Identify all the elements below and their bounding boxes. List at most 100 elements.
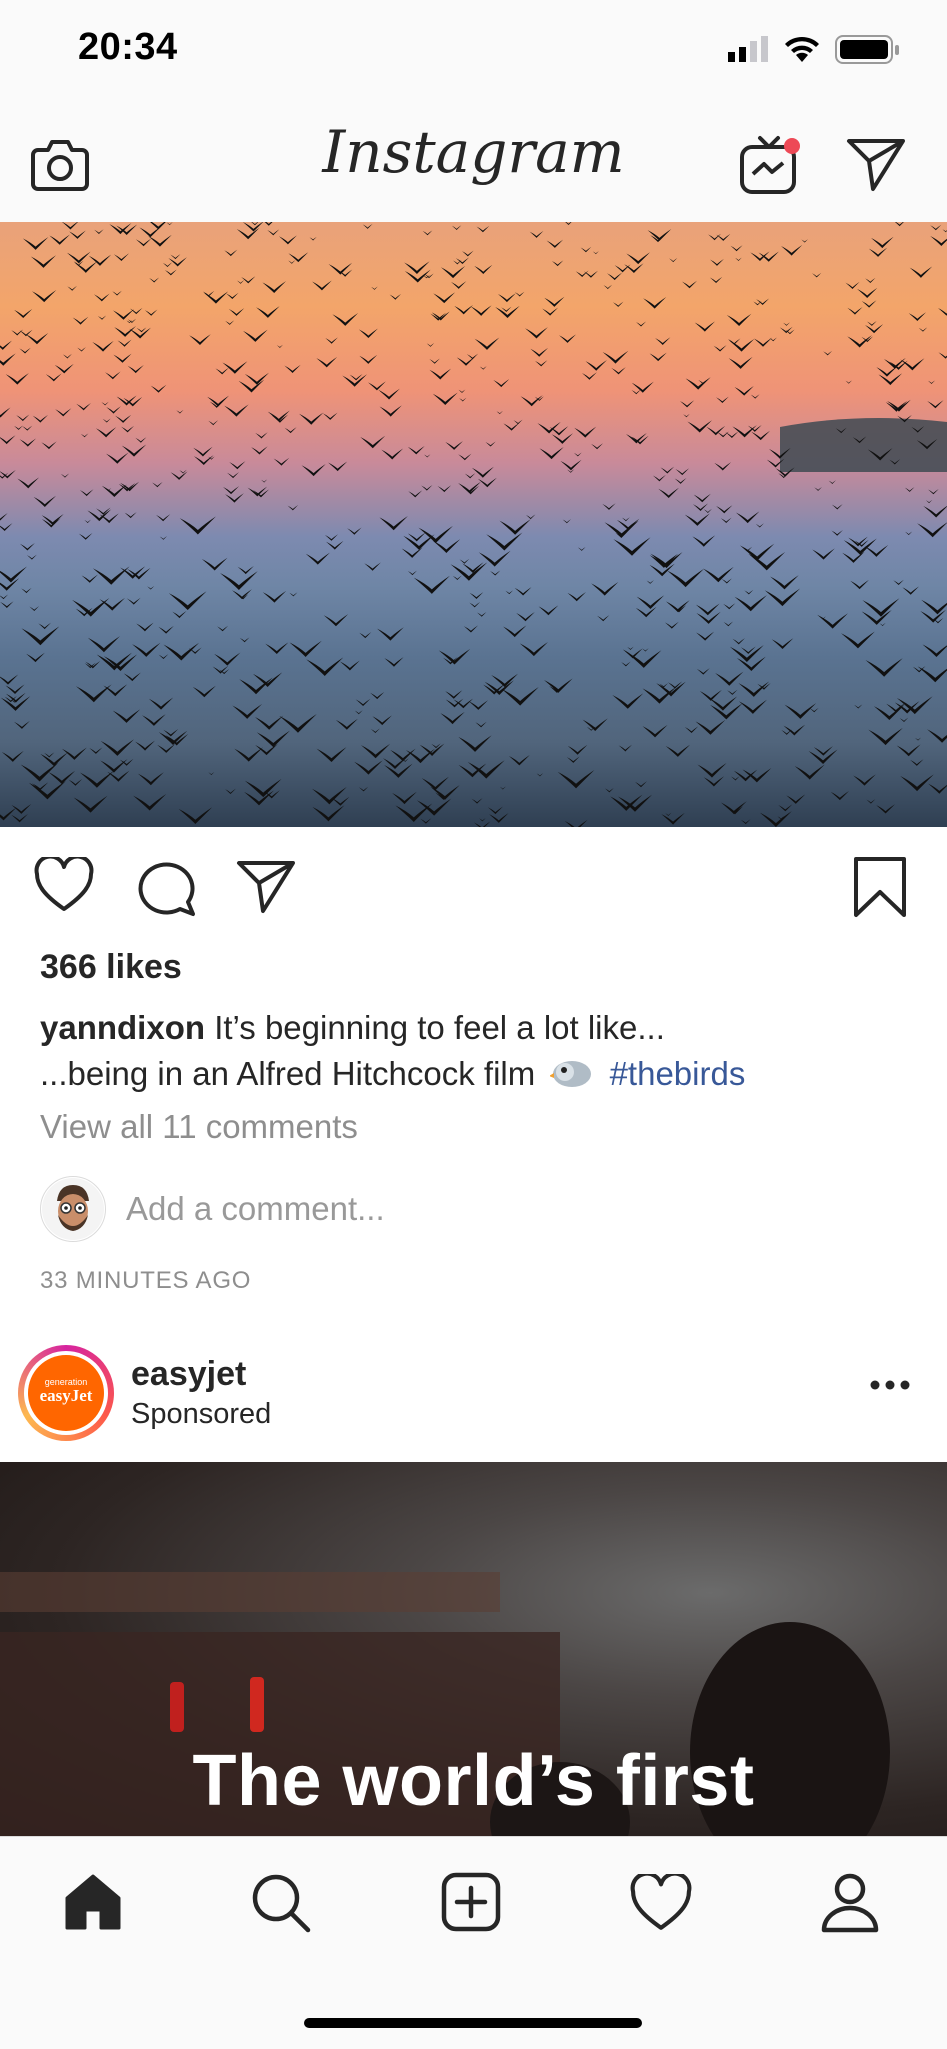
bird-silhouette <box>503 422 520 431</box>
bird-silhouette <box>487 806 503 815</box>
bird-silhouette <box>813 746 833 756</box>
profile-icon[interactable] <box>820 1872 880 1934</box>
bird-silhouette <box>355 698 371 707</box>
bird-silhouette <box>703 776 725 787</box>
activity-heart-icon[interactable] <box>630 1874 692 1932</box>
likes-count[interactable]: 366 likes <box>40 948 182 987</box>
birds-flock-graphic <box>0 222 947 827</box>
bird-silhouette <box>478 550 511 567</box>
bird-silhouette <box>166 222 173 226</box>
bird-silhouette <box>384 763 413 778</box>
bird-silhouette <box>870 236 894 249</box>
bird-silhouette <box>695 603 720 616</box>
bird-silhouette <box>728 338 755 352</box>
caption-username[interactable]: yanndixon <box>40 1009 205 1046</box>
igtv-icon[interactable] <box>738 132 802 196</box>
bird-silhouette <box>631 389 641 395</box>
bird-silhouette <box>215 367 229 375</box>
direct-messages-icon[interactable] <box>846 136 906 192</box>
bird-silhouette <box>106 406 121 414</box>
bird-silhouette <box>529 230 544 238</box>
bird-silhouette <box>665 812 672 816</box>
bird-silhouette <box>360 743 391 759</box>
bird-silhouette <box>405 748 436 764</box>
add-comment-input[interactable]: Add a comment... <box>126 1190 385 1228</box>
bird-silhouette <box>721 578 732 584</box>
bird-silhouette <box>505 590 514 595</box>
bird-silhouette <box>649 352 667 362</box>
bird-silhouette <box>845 380 852 384</box>
bird-silhouette <box>251 446 268 455</box>
bird-silhouette <box>72 598 110 617</box>
bird-silhouette <box>764 588 801 607</box>
bird-silhouette <box>499 786 506 790</box>
bird-silhouette <box>753 301 762 306</box>
bird-silhouette <box>77 347 86 352</box>
bird-silhouette <box>162 262 173 267</box>
bird-silhouette <box>538 605 559 616</box>
bird-silhouette <box>604 787 614 793</box>
bird-silhouette <box>73 795 108 813</box>
bird-silhouette <box>868 247 888 257</box>
post-username[interactable]: easyjet <box>131 1355 246 1394</box>
bird-silhouette <box>612 301 624 307</box>
share-icon[interactable] <box>236 858 296 914</box>
bird-silhouette <box>458 389 466 393</box>
bird-silhouette <box>857 287 878 298</box>
bird-silhouette <box>234 747 264 762</box>
bird-silhouette <box>201 557 228 571</box>
view-all-comments-link[interactable]: View all 11 comments <box>40 1108 358 1146</box>
bird-silhouette <box>150 384 167 393</box>
search-icon[interactable] <box>250 1872 312 1934</box>
easyjet-avatar[interactable]: generation easyJet <box>28 1355 104 1431</box>
bird-silhouette <box>614 264 631 273</box>
bird-silhouette <box>476 225 490 233</box>
like-heart-icon[interactable] <box>34 857 94 913</box>
bird-silhouette <box>622 648 643 659</box>
bird-silhouette <box>262 281 287 294</box>
bird-silhouette <box>429 358 440 364</box>
bird-silhouette <box>193 455 214 466</box>
bird-silhouette <box>624 263 644 273</box>
bird-silhouette <box>866 799 876 804</box>
bird-silhouette <box>915 737 922 741</box>
home-icon[interactable] <box>63 1872 123 1932</box>
bird-silhouette <box>407 446 425 455</box>
bird-silhouette <box>422 230 433 236</box>
post-image[interactable] <box>0 222 947 827</box>
bird-silhouette <box>814 487 822 491</box>
bird-silhouette <box>26 652 45 663</box>
bird-silhouette <box>19 543 35 551</box>
bird-silhouette <box>137 772 164 786</box>
bird-silhouette <box>812 272 822 278</box>
bird-silhouette <box>413 575 450 594</box>
bird-silhouette <box>189 334 211 345</box>
bird-silhouette <box>853 774 876 786</box>
bird-silhouette <box>192 685 216 698</box>
more-options-icon[interactable] <box>870 1378 910 1392</box>
bird-silhouette <box>256 730 290 748</box>
bird-silhouette <box>580 246 592 253</box>
bird-silhouette <box>727 338 741 345</box>
bird-silhouette <box>470 305 492 316</box>
bird-silhouette <box>312 280 332 291</box>
bird-silhouette <box>693 493 711 503</box>
bird-silhouette <box>41 441 57 450</box>
save-bookmark-icon[interactable] <box>852 855 908 919</box>
hashtag-link[interactable]: #thebirds <box>610 1055 746 1092</box>
bird-silhouette <box>740 819 751 825</box>
bird-silhouette <box>530 347 549 357</box>
bird-silhouette <box>445 698 464 708</box>
bird-silhouette <box>21 587 32 594</box>
bird-silhouette <box>694 321 716 332</box>
comment-icon[interactable] <box>136 857 198 917</box>
bird-silhouette <box>635 781 647 788</box>
bird-silhouette <box>535 360 548 367</box>
new-post-icon[interactable] <box>441 1872 501 1932</box>
bird-silhouette <box>0 566 27 583</box>
bird-silhouette <box>794 764 825 780</box>
bird-silhouette <box>158 654 169 660</box>
bird-silhouette <box>716 233 731 241</box>
bird-silhouette <box>103 684 128 697</box>
bird-silhouette <box>823 350 833 356</box>
